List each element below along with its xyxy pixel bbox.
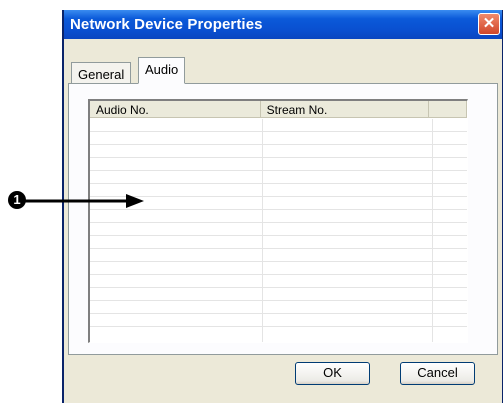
title-bar[interactable]: Network Device Properties ✕: [64, 10, 502, 39]
tab-general[interactable]: General: [71, 62, 132, 83]
tab-general-label: General: [78, 67, 125, 82]
column-header-stream-no[interactable]: Stream No.: [260, 101, 430, 118]
table-row[interactable]: [90, 314, 467, 327]
table-row[interactable]: [90, 288, 467, 301]
arrow-right-icon: [24, 194, 144, 208]
table-row[interactable]: [90, 249, 467, 262]
audio-stream-list[interactable]: Audio No. Stream No.: [88, 99, 468, 343]
window-title: Network Device Properties: [70, 16, 263, 33]
tab-audio-label: Audio: [145, 62, 179, 77]
table-row[interactable]: [90, 275, 467, 288]
table-row[interactable]: [90, 262, 467, 275]
table-row[interactable]: [90, 301, 467, 314]
ok-button[interactable]: OK: [295, 362, 370, 385]
list-rows: [90, 119, 467, 342]
table-row[interactable]: [90, 236, 467, 249]
close-button[interactable]: ✕: [478, 13, 500, 35]
table-row[interactable]: [90, 158, 467, 171]
table-row[interactable]: [90, 119, 467, 132]
column-header-blank[interactable]: [429, 101, 467, 118]
cancel-button[interactable]: Cancel: [400, 362, 475, 385]
close-icon: ✕: [482, 15, 496, 32]
list-header: Audio No. Stream No.: [90, 101, 467, 119]
table-row[interactable]: [90, 132, 467, 145]
column-header-audio-no[interactable]: Audio No.: [90, 101, 261, 118]
tab-audio[interactable]: Audio: [138, 57, 186, 84]
table-row[interactable]: [90, 171, 467, 184]
table-row[interactable]: [90, 223, 467, 236]
table-row[interactable]: [90, 145, 467, 158]
